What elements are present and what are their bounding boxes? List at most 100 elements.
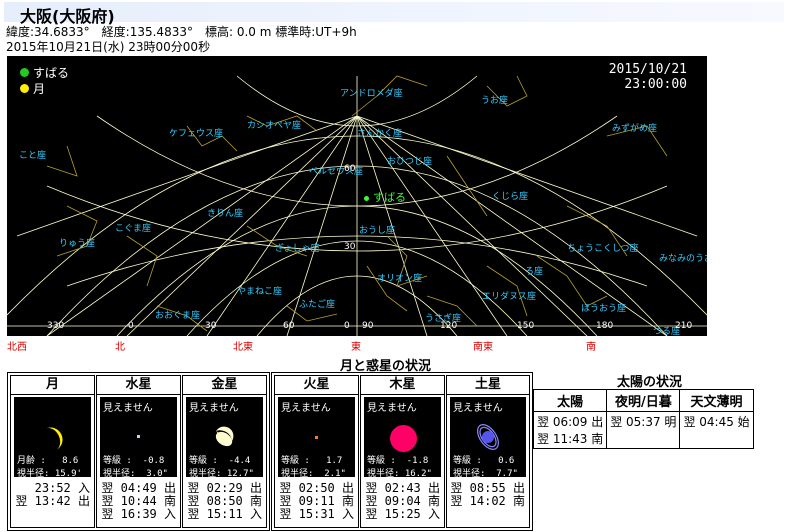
sun-transit-time: 翌 11:43 南: [537, 432, 604, 446]
planet-stats: 月齢 : 8.6 視半径: 15.9': [17, 456, 82, 479]
planet-card-venus: 金星 見えません 等級 : -4.4 視半径: 12.7" 翌 02:29 出 …: [182, 375, 267, 528]
constellation-label: ケフェウス座: [169, 129, 224, 139]
observation-datetime: 2015年10月21日(水) 23時00分00秒: [6, 40, 211, 54]
planet-events: 翌 02:43 出 翌 09:04 南 翌 15:25 入: [365, 481, 440, 521]
planet-card-jupiter: 木星 見えません 等級 : -1.8 視半径: 16.2" 翌 02:43 出 …: [360, 375, 445, 528]
subaru-marker-icon: [364, 196, 369, 201]
constellation-label: おうし座: [359, 226, 396, 236]
subaru-marker-icon: [20, 68, 29, 77]
azimuth-label: 210: [675, 321, 693, 331]
planet-name: 月: [11, 376, 94, 395]
moon-marker-icon: [20, 84, 29, 93]
sunrise-time: 翌 06:09 出: [537, 415, 604, 429]
azimuth-label: 30: [205, 321, 217, 331]
altitude-label: 60: [344, 164, 356, 174]
azimuth-label: 0: [344, 321, 350, 331]
moon-image: 月齢 : 8.6 視半径: 15.9': [14, 397, 91, 479]
sun-times-cell: 翌 06:09 出 翌 11:43 南: [532, 411, 608, 449]
constellation-label: きりん座: [207, 209, 244, 219]
planet-events: 翌 02:29 出 翌 08:50 南 翌 15:11 入: [187, 481, 262, 521]
visibility-status: 見えません: [103, 403, 153, 414]
constellation-label: やまねこ座: [237, 287, 283, 297]
planet-panel-group-1: 月 月齢 : 8.6 視半径: 15.9' 23:52 入 翌 13:42 出 …: [7, 372, 270, 531]
constellation-label: こと座: [19, 151, 47, 161]
altitude-label: 30: [344, 242, 356, 252]
direction-label: 北西: [7, 342, 27, 353]
sky-map[interactable]: すばる 月 2015/10/21 23:00:00 アンドロメダ座 うお座 ケフ…: [7, 56, 707, 336]
planet-name: 火星: [275, 376, 358, 395]
constellation-label: おひつじ座: [387, 157, 433, 167]
planet-stats: 等級 : 0.6 視半径: 7.7": [453, 456, 518, 479]
jupiter-image: 見えません 等級 : -1.8 視半径: 16.2": [364, 397, 441, 479]
azimuth-label: 150: [517, 321, 535, 331]
azimuth-label: 330: [47, 321, 65, 331]
constellation-label: ほうおう座: [581, 304, 627, 314]
jupiter-disc-icon: [390, 425, 417, 452]
title-bar: [4, 2, 784, 22]
constellation-label: おおぐま座: [155, 311, 201, 321]
azimuth-label: 60: [283, 321, 295, 331]
planet-stats: 等級 : 1.7 視半径: 2.1": [281, 456, 346, 479]
constellation-label: さんかく座: [357, 129, 403, 139]
constellation-label: うお座: [481, 96, 509, 106]
planet-events: 翌 02:50 出 翌 09:11 南 翌 15:31 入: [279, 481, 354, 521]
mercury-disc-icon: [137, 435, 140, 438]
sun-header-astro: 天文薄明: [679, 389, 754, 412]
planet-panel-group-2: 火星 見えません 等級 : 1.7 視半径: 2.1" 翌 02:50 出 翌 …: [271, 372, 533, 531]
sun-header-twilight: 夜明/日暮: [606, 389, 681, 412]
sky-time: 23:00:00: [624, 77, 687, 92]
planet-name: 金星: [183, 376, 266, 395]
planet-name: 木星: [361, 376, 444, 395]
constellation-label: りゅう座: [59, 239, 96, 249]
constellation-label: オリオン座: [377, 274, 423, 284]
visibility-status: 見えません: [281, 403, 331, 414]
azimuth-label: 0: [128, 321, 134, 331]
planet-card-moon: 月 月齢 : 8.6 視半径: 15.9' 23:52 入 翌 13:42 出: [10, 375, 95, 528]
astro-twilight-cell: 翌 04:45 始: [679, 411, 754, 449]
legend-label: すばる: [33, 66, 70, 80]
dawn-cell: 翌 05:37 明: [606, 411, 681, 449]
visibility-status: 見えません: [367, 403, 417, 414]
direction-label: 東: [351, 342, 361, 353]
constellation-label: カシオペヤ座: [247, 121, 302, 131]
planet-events: 23:52 入 翌 13:42 出: [15, 481, 90, 508]
planet-stats: 等級 : -4.4 視半径: 12.7": [189, 456, 254, 479]
azimuth-label: 90: [362, 321, 374, 331]
constellation-label: ふたご座: [299, 300, 336, 310]
planet-name: 土星: [447, 376, 529, 395]
legend-subaru: すばる: [20, 64, 69, 81]
planet-stats: 等級 : -1.8 視半径: 16.2": [367, 456, 432, 479]
constellation-label: みなみのうお座: [659, 254, 707, 264]
sun-header-sun: 太陽: [532, 389, 608, 412]
mars-image: 見えません 等級 : 1.7 視半径: 2.1": [278, 397, 355, 479]
planet-card-mercury: 水星 見えません 等級 : -0.8 視半径: 3.0" 翌 04:49 出 翌…: [96, 375, 181, 528]
sky-datetime: 2015/10/21 23:00:00: [609, 62, 687, 92]
saturn-image: 見えません 等級 : 0.6 視半径: 7.7": [450, 397, 526, 479]
sun-section-title: 太陽の状況: [617, 375, 683, 390]
venus-image: 見えません 等級 : -4.4 視半径: 12.7": [186, 397, 263, 479]
direction-label: 南: [586, 342, 596, 353]
planet-stats: 等級 : -0.8 視半径: 3.0": [103, 456, 168, 479]
constellation-label: エリダヌス座: [482, 292, 537, 302]
mercury-image: 見えません 等級 : -0.8 視半径: 3.0": [100, 397, 177, 479]
sun-table: 太陽 夜明/日暮 天文薄明 翌 06:09 出 翌 11:43 南 翌 05:3…: [532, 389, 754, 449]
azimuth-label: 180: [596, 321, 614, 331]
planet-name: 水星: [97, 376, 180, 395]
legend-moon: 月: [20, 80, 45, 97]
direction-bar: 北西 北 北東 東 南東 南: [7, 336, 707, 354]
constellation-label: こぐま座: [115, 224, 152, 234]
constellation-label: ちょうこくしつ座: [567, 244, 639, 254]
direction-label: 北: [115, 342, 125, 353]
constellation-label: みずがめ座: [612, 124, 658, 134]
planet-card-mars: 火星 見えません 等級 : 1.7 視半径: 2.1" 翌 02:50 出 翌 …: [274, 375, 359, 528]
planet-events: 翌 08:55 出 翌 14:02 南: [450, 481, 525, 508]
planet-card-saturn: 土星 見えません 等級 : 0.6 視半径: 7.7" 翌 08:55 出 翌 …: [446, 375, 530, 528]
constellation-label: アンドロメダ座: [340, 89, 403, 99]
legend-label: 月: [33, 82, 46, 96]
sky-date: 2015/10/21: [608, 62, 687, 77]
subaru-label: すばる: [373, 191, 406, 204]
direction-label: 南東: [473, 342, 493, 353]
mars-disc-icon: [315, 436, 318, 439]
azimuth-label: 120: [440, 321, 458, 331]
constellation-label: ろ座: [525, 267, 544, 277]
